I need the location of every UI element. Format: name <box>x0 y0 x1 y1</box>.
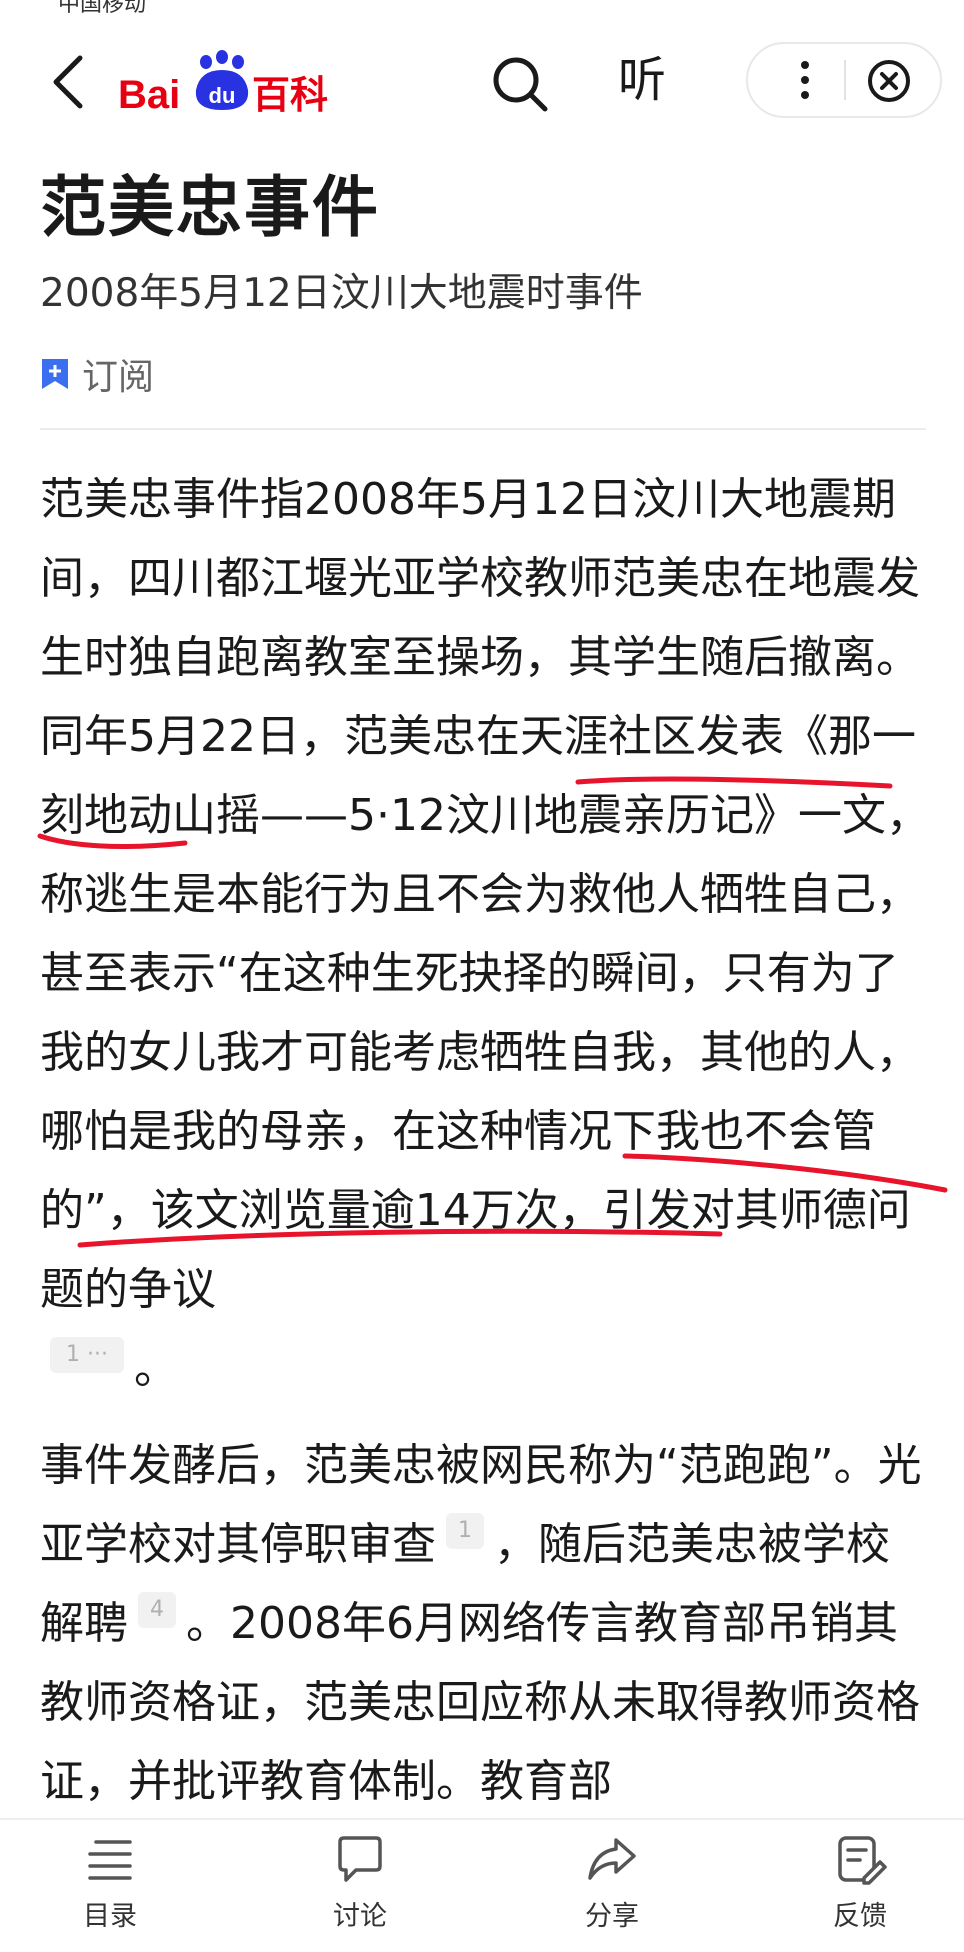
toolbar-label: 目录 <box>83 1901 137 1932</box>
article-subtitle: 2008年5月12日汶川大地震时事件 <box>40 271 643 316</box>
toolbar-label: 反馈 <box>833 1901 887 1932</box>
search-icon[interactable] <box>490 54 550 114</box>
status-bar: 中国移动 <box>0 0 964 14</box>
listen-button[interactable]: 听 <box>618 48 666 112</box>
article-title: 范美忠事件 <box>40 169 380 246</box>
toolbar-item-feedback[interactable]: 反馈 <box>800 1832 920 1933</box>
toolbar-item-discuss[interactable]: 讨论 <box>300 1832 420 1933</box>
toolbar-label: 分享 <box>585 1901 639 1932</box>
paragraph-text: 。 <box>133 1343 178 1394</box>
menu-icon <box>88 1840 132 1880</box>
logo-du-text: du <box>209 83 236 108</box>
article-paragraph: 范美忠事件指2008年5月12日汶川大地震期间，四川都江堰光亚学校教师范美忠在地… <box>40 460 930 1408</box>
toolbar-item-share[interactable]: 分享 <box>552 1832 672 1933</box>
subscribe-button[interactable]: 订阅 <box>40 350 154 398</box>
more-options-icon[interactable] <box>790 58 820 102</box>
highlighted-phrase: 范美忠在天涯社区发表 <box>343 711 784 762</box>
mini-program-capsule <box>746 42 942 118</box>
close-circle-icon[interactable] <box>866 58 912 104</box>
chat-bubble-icon <box>338 1836 382 1882</box>
header-divider <box>40 428 926 430</box>
bottom-toolbar: 目录 讨论 分享 反馈 <box>0 1818 964 1952</box>
feedback-edit-icon <box>838 1836 887 1885</box>
baidu-baike-logo[interactable]: Bai du 百科 <box>118 48 358 118</box>
back-arrow-icon[interactable] <box>46 50 90 114</box>
citation-badge[interactable]: 1 <box>446 1513 484 1549</box>
subscribe-label: 订阅 <box>82 357 155 398</box>
article-paragraph: 事件发酵后，范美忠被网民称为“范跑跑”。光亚学校对其停职审查 1 ，随后范美忠被学校… <box>40 1426 930 1821</box>
capsule-divider <box>844 60 846 100</box>
logo-baike-text: 百科 <box>252 73 328 117</box>
paragraph-text: 《那一刻地动山摇——5·12汶川地震亲历记》一文，称逃生是本能行为且不会为救他人… <box>40 711 930 1078</box>
share-arrow-icon <box>588 1838 636 1880</box>
toolbar-label: 讨论 <box>333 1901 387 1932</box>
toolbar-item-catalog[interactable]: 目录 <box>50 1832 170 1933</box>
citation-badge[interactable]: 4 <box>138 1592 176 1628</box>
bookmark-plus-icon <box>42 359 68 389</box>
carrier-name: 中国移动 <box>58 0 147 14</box>
paragraph-text: ”，该文浏览量逾14万次，引发对其师德问题的争议 <box>40 1185 911 1315</box>
logo-bai-text: Bai <box>118 73 180 117</box>
app-header: Bai du 百科 听 <box>0 20 964 140</box>
citation-badge[interactable]: 1 ··· <box>50 1337 124 1373</box>
paragraph-text: 。2008年6月网络传言教育部吊销其教师资格证，范美忠回应称从未取得教师资格证，… <box>40 1598 920 1807</box>
